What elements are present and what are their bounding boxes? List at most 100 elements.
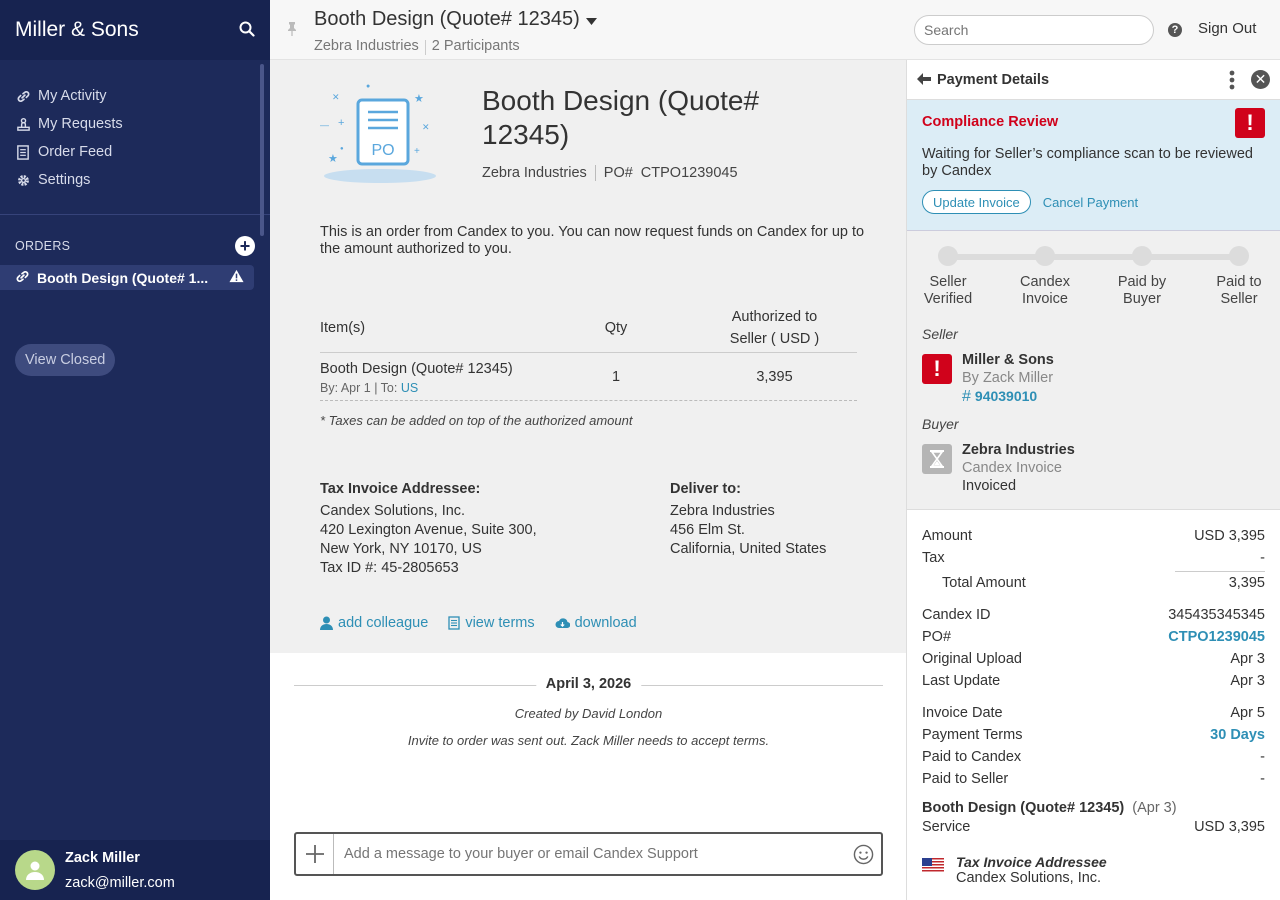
participants-link[interactable]: 2 Participants: [432, 38, 520, 55]
document-intro: This is an order from Candex to you. You…: [320, 224, 865, 257]
sign-out-button[interactable]: Sign Out: [1198, 20, 1256, 37]
payment-terms-link[interactable]: 30 Days: [1210, 724, 1265, 746]
cancel-payment-link[interactable]: Cancel Payment: [1043, 195, 1138, 210]
seller-name: Miller & Sons: [962, 352, 1054, 368]
step-label: Buyer: [1123, 291, 1161, 307]
emoji-icon[interactable]: [845, 844, 881, 865]
orders-section-header: ORDERS +: [0, 236, 270, 256]
detail-label: Amount: [922, 528, 972, 544]
search-input[interactable]: [914, 15, 1154, 45]
user-icon: [320, 616, 333, 630]
seller-by: By Zack Miller: [962, 370, 1054, 386]
seller-id: 94039010: [974, 388, 1038, 404]
timeline-invite: Invite to order was sent out. Zack Mille…: [407, 733, 770, 748]
step-dot: [1132, 246, 1152, 266]
user-email: zack@miller.com: [65, 874, 175, 891]
link-icon: [15, 88, 31, 104]
detail-label: PO#: [922, 629, 952, 645]
sidebar-item-my-requests[interactable]: My Requests: [0, 110, 270, 138]
svg-text:✕: ✕: [332, 92, 340, 102]
view-terms-link[interactable]: view terms: [448, 615, 535, 631]
orders-label: ORDERS: [15, 239, 71, 253]
sidebar-item-my-activity[interactable]: My Activity: [0, 82, 270, 110]
divider: [424, 40, 426, 55]
pin-icon[interactable]: [286, 22, 298, 39]
sidebar-item-label: My Requests: [38, 116, 123, 132]
seller-id-link[interactable]: #94039010: [962, 388, 1054, 406]
document-title: Booth Design (Quote# 12345): [482, 85, 760, 150]
po-link[interactable]: CTPO1239045: [1168, 626, 1265, 648]
progress-track: [948, 254, 1239, 260]
cloud-download-icon: [555, 618, 570, 629]
message-input[interactable]: [334, 846, 845, 862]
order-title-dropdown[interactable]: Booth Design (Quote# 12345): [314, 8, 597, 31]
address-line: California, United States: [670, 541, 827, 557]
buyer-role-label: Buyer: [922, 416, 959, 432]
sidebar-header: Miller & Sons: [0, 0, 270, 60]
sidebar-item-label: Order Feed: [38, 144, 113, 160]
sidebar: Miller & Sons My Activity My Requests Or…: [0, 0, 270, 900]
activity-timeline: April 3, 2026 Created by David London In…: [294, 676, 883, 748]
detail-row-paid-candex: Paid to Candex -: [922, 746, 1265, 768]
detail-value: Apr 3: [1230, 651, 1265, 667]
detail-row-payment-terms: Payment Terms 30 Days: [922, 724, 1265, 746]
item-by: By: Apr 1 | To:: [320, 380, 398, 395]
step-paid-by-buyer: Paid by Buyer: [1102, 246, 1182, 308]
caret-down-icon: [585, 8, 597, 31]
sidebar-item-settings[interactable]: Settings: [0, 166, 270, 194]
attach-plus-icon[interactable]: [296, 834, 334, 874]
step-dot: [1229, 246, 1249, 266]
po-value: CTPO1239045: [640, 165, 738, 181]
document-company: Zebra Industries: [482, 165, 587, 181]
payment-progress-steps: Seller Verified Candex Invoice Paid by B…: [922, 231, 1265, 326]
col-qty-header: Qty: [604, 320, 628, 336]
detail-label: Paid to Seller: [922, 771, 1009, 787]
divider: [594, 165, 596, 181]
detail-value: -: [1260, 749, 1265, 765]
tax-addressee-block: Tax Invoice Addressee: Candex Solutions,…: [320, 480, 537, 578]
search-icon[interactable]: [239, 21, 255, 40]
detail-value: USD 3,395: [1194, 819, 1265, 835]
svg-text:—: —: [320, 120, 329, 130]
item-to-link[interactable]: US: [401, 381, 418, 395]
detail-label: Last Update: [922, 673, 1001, 689]
sidebar-scrollbar[interactable]: [260, 64, 264, 236]
page-title: Booth Design (Quote# 12345): [314, 8, 580, 30]
add-colleague-link[interactable]: add colleague: [320, 615, 428, 631]
detail-value: 345435345345: [1168, 607, 1265, 623]
detail-row-paid-seller: Paid to Seller -: [922, 768, 1265, 790]
qty-cell: 1: [611, 368, 621, 385]
svg-text:PO: PO: [371, 142, 394, 159]
step-dot: [938, 246, 958, 266]
close-icon[interactable]: ✕: [1251, 70, 1270, 89]
user-profile[interactable]: Zack Miller zack@miller.com: [0, 840, 270, 900]
address-line: 456 Elm St.: [670, 522, 745, 538]
svg-text:★: ★: [328, 153, 338, 165]
tax-addressee-heading: Tax Invoice Addressee:: [320, 481, 481, 497]
col-items-header: Item(s): [320, 320, 366, 336]
sidebar-item-label: Settings: [38, 172, 91, 188]
more-options-icon[interactable]: [1229, 70, 1235, 93]
warning-icon: [229, 269, 244, 286]
sidebar-order-booth-design[interactable]: Booth Design (Quote# 1...: [0, 265, 254, 290]
add-order-icon[interactable]: +: [235, 236, 255, 256]
stamp-icon: [15, 116, 31, 132]
timeline-date-row: April 3, 2026: [294, 676, 883, 696]
download-link[interactable]: download: [555, 615, 637, 631]
document-icon: [448, 616, 460, 630]
update-invoice-button[interactable]: Update Invoice: [922, 190, 1031, 214]
help-icon[interactable]: ?: [1168, 23, 1182, 37]
step-paid-to-seller: Paid to Seller: [1199, 246, 1279, 308]
address-line: Zebra Industries: [670, 503, 775, 519]
back-arrow-icon[interactable]: [917, 72, 931, 88]
hash-icon: #: [962, 388, 971, 405]
view-closed-button[interactable]: View Closed: [15, 344, 116, 376]
detail-row-total: Total Amount 3,395: [922, 572, 1265, 594]
tax-addressee-value: Candex Solutions, Inc.: [956, 870, 1102, 886]
step-label: Seller: [1220, 291, 1258, 307]
sidebar-item-order-feed[interactable]: Order Feed: [0, 138, 270, 166]
view-terms-label: view terms: [465, 615, 535, 631]
sidebar-nav: My Activity My Requests Order Feed Setti…: [0, 60, 270, 194]
step-label: Candex: [1020, 274, 1070, 290]
